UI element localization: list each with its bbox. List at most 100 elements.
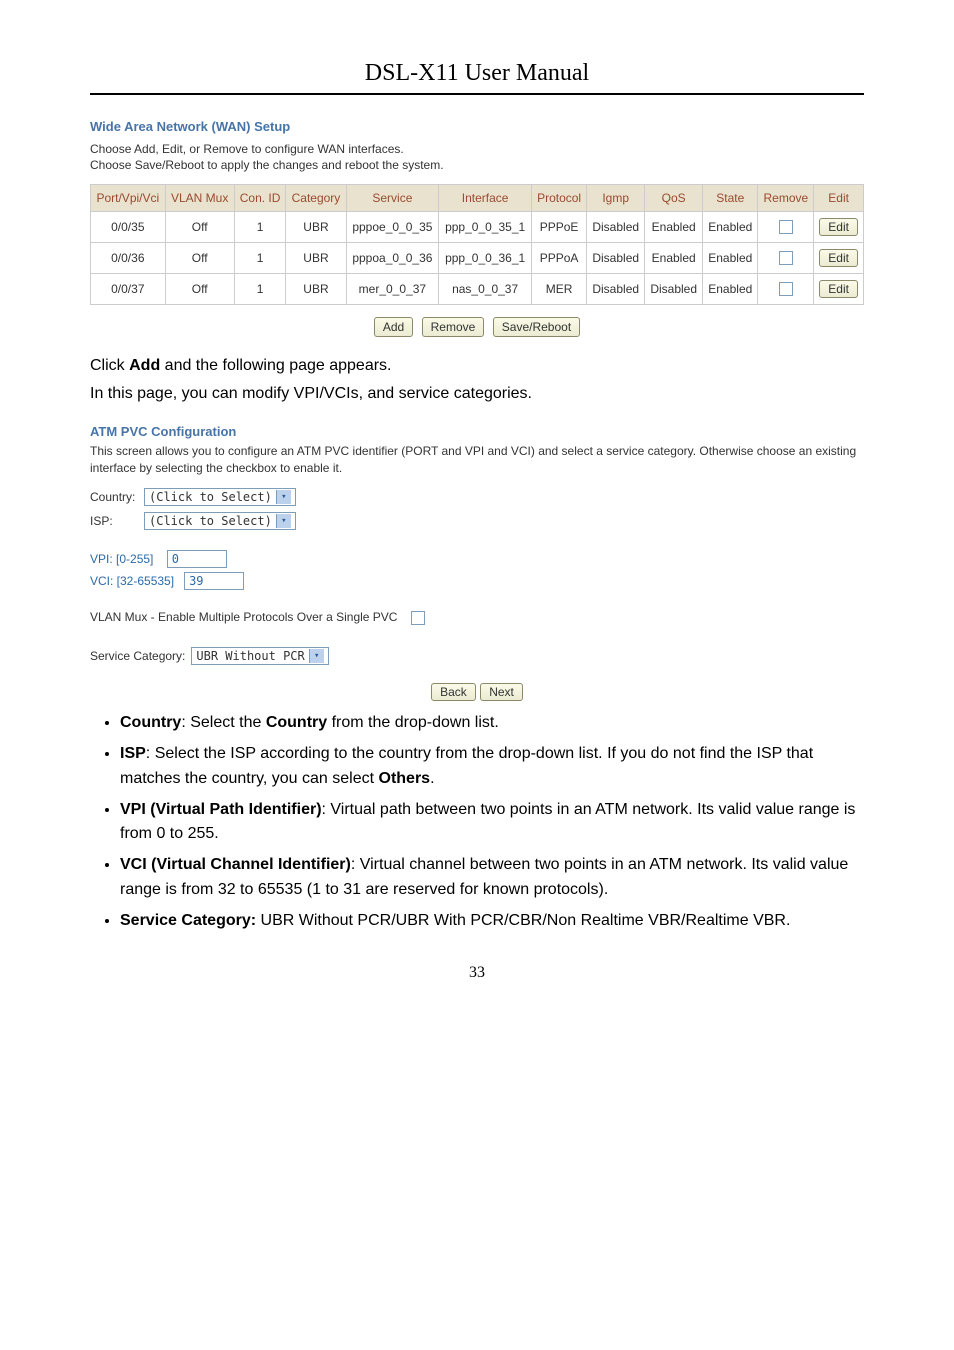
p1b: Add (129, 357, 160, 374)
th-proto: Protocol (532, 185, 587, 212)
remove-button[interactable]: Remove (422, 317, 485, 337)
cell-iface: ppp_0_0_35_1 (439, 212, 532, 243)
add-button[interactable]: Add (374, 317, 413, 337)
bullet-desc2: . (430, 770, 434, 787)
bullet-term: VCI (Virtual Channel Identifier) (120, 856, 351, 873)
th-cat: Category (286, 185, 346, 212)
cell-port: 0/0/35 (91, 212, 166, 243)
cell-state: Enabled (703, 212, 758, 243)
cell-qos: Enabled (645, 212, 703, 243)
paragraph-click-add: Click Add and the following page appears… (90, 355, 864, 377)
cell-edit: Edit (814, 274, 864, 305)
cell-svc: pppoe_0_0_35 (346, 212, 439, 243)
th-vlan: VLAN Mux (165, 185, 234, 212)
th-edit: Edit (814, 185, 864, 212)
vpi-input[interactable]: 0 (167, 550, 227, 568)
bullet-term: Country (120, 714, 181, 731)
cell-con: 1 (234, 274, 286, 305)
chevron-down-icon: ▾ (309, 649, 324, 663)
cell-vlan: Off (165, 243, 234, 274)
list-item: ISP: Select the ISP according to the cou… (120, 742, 864, 792)
p1a: Click (90, 357, 129, 374)
cell-cat: UBR (286, 212, 346, 243)
wan-setup-line1: Choose Add, Edit, or Remove to configure… (90, 142, 864, 156)
table-row: 0/0/35Off1UBRpppoe_0_0_35ppp_0_0_35_1PPP… (91, 212, 864, 243)
bullet-term: Service Category: (120, 912, 256, 929)
remove-checkbox[interactable] (779, 251, 793, 265)
cell-con: 1 (234, 243, 286, 274)
chevron-down-icon: ▾ (276, 514, 291, 528)
th-remove: Remove (758, 185, 814, 212)
list-item: VPI (Virtual Path Identifier): Virtual p… (120, 798, 864, 848)
th-qos: QoS (645, 185, 703, 212)
back-button[interactable]: Back (431, 683, 476, 701)
cell-igmp: Disabled (587, 212, 645, 243)
list-item: VCI (Virtual Channel Identifier): Virtua… (120, 853, 864, 903)
cell-proto: PPPoA (532, 243, 587, 274)
cell-proto: PPPoE (532, 212, 587, 243)
p1c: and the following page appears. (160, 357, 391, 374)
edit-button[interactable]: Edit (819, 280, 858, 298)
service-category-value: UBR Without PCR (196, 649, 304, 663)
bullet-desc2: from the drop-down list. (327, 714, 499, 731)
isp-label: ISP: (90, 514, 138, 528)
remove-checkbox[interactable] (779, 282, 793, 296)
edit-button[interactable]: Edit (819, 218, 858, 236)
table-row: 0/0/37Off1UBRmer_0_0_37nas_0_0_37MERDisa… (91, 274, 864, 305)
cell-port: 0/0/37 (91, 274, 166, 305)
cell-vlan: Off (165, 274, 234, 305)
remove-checkbox[interactable] (779, 220, 793, 234)
wan-setup-line2: Choose Save/Reboot to apply the changes … (90, 158, 864, 172)
bullet-desc: : Select the (181, 714, 266, 731)
country-select[interactable]: (Click to Select) ▾ (144, 488, 296, 506)
list-item: Country: Select the Country from the dro… (120, 711, 864, 736)
cell-iface: nas_0_0_37 (439, 274, 532, 305)
cell-con: 1 (234, 212, 286, 243)
isp-select[interactable]: (Click to Select) ▾ (144, 512, 296, 530)
th-igmp: Igmp (587, 185, 645, 212)
vlan-mux-label: VLAN Mux - Enable Multiple Protocols Ove… (90, 610, 397, 624)
service-category-select[interactable]: UBR Without PCR ▾ (191, 647, 328, 665)
country-value: (Click to Select) (149, 490, 272, 504)
bullet-list: Country: Select the Country from the dro… (90, 711, 864, 933)
edit-button[interactable]: Edit (819, 249, 858, 267)
chevron-down-icon: ▾ (276, 490, 291, 504)
vci-input[interactable]: 39 (184, 572, 244, 590)
cell-edit: Edit (814, 243, 864, 274)
next-button[interactable]: Next (480, 683, 523, 701)
cell-vlan: Off (165, 212, 234, 243)
wan-setup-title: Wide Area Network (WAN) Setup (90, 119, 864, 134)
cell-port: 0/0/36 (91, 243, 166, 274)
bullet-desc: : Select the ISP according to the countr… (120, 745, 813, 787)
vci-label: VCI: [32-65535] (90, 574, 174, 588)
cell-edit: Edit (814, 212, 864, 243)
cell-remove (758, 212, 814, 243)
th-svc: Service (346, 185, 439, 212)
cell-igmp: Disabled (587, 243, 645, 274)
doc-title: DSL-X11 User Manual (90, 60, 864, 87)
vlan-mux-checkbox[interactable] (411, 611, 425, 625)
wan-table: Port/Vpi/Vci VLAN Mux Con. ID Category S… (90, 184, 864, 305)
list-item: Service Category: UBR Without PCR/UBR Wi… (120, 909, 864, 934)
paragraph-modify: In this page, you can modify VPI/VCIs, a… (90, 383, 864, 405)
bullet-desc: UBR Without PCR/UBR With PCR/CBR/Non Rea… (256, 912, 790, 929)
page-number: 33 (90, 964, 864, 982)
cell-cat: UBR (286, 243, 346, 274)
save-reboot-button[interactable]: Save/Reboot (493, 317, 580, 337)
cell-igmp: Disabled (587, 274, 645, 305)
cell-qos: Enabled (645, 243, 703, 274)
cell-cat: UBR (286, 274, 346, 305)
title-rule (90, 93, 864, 95)
cell-iface: ppp_0_0_36_1 (439, 243, 532, 274)
cell-qos: Disabled (645, 274, 703, 305)
cell-svc: pppoa_0_0_36 (346, 243, 439, 274)
isp-value: (Click to Select) (149, 514, 272, 528)
table-row: 0/0/36Off1UBRpppoa_0_0_36ppp_0_0_36_1PPP… (91, 243, 864, 274)
cell-proto: MER (532, 274, 587, 305)
country-label: Country: (90, 490, 138, 504)
cell-state: Enabled (703, 274, 758, 305)
service-category-label: Service Category: (90, 649, 185, 663)
bullet-term: ISP (120, 745, 146, 762)
bullet-term: VPI (Virtual Path Identifier) (120, 801, 322, 818)
cell-svc: mer_0_0_37 (346, 274, 439, 305)
